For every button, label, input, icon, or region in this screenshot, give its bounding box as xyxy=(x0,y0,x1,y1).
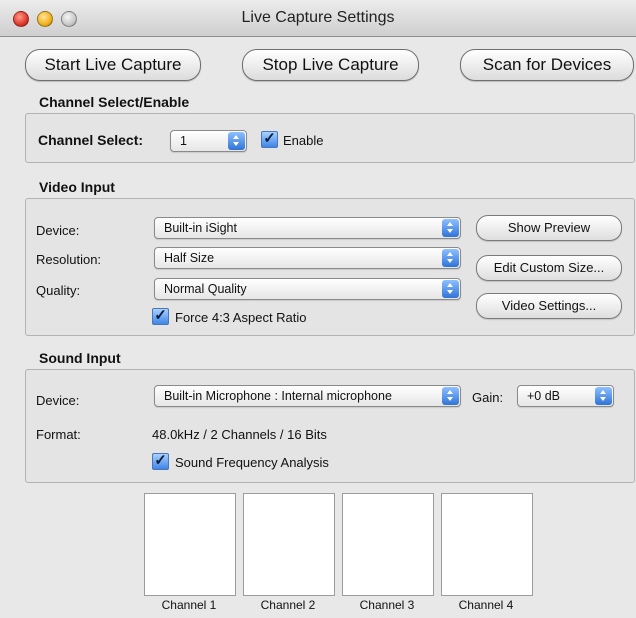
gain-popup[interactable]: +0 dB xyxy=(517,385,614,407)
channel-2-label: Channel 2 xyxy=(260,598,316,612)
video-section-title: Video Input xyxy=(39,179,115,195)
channel-section-box: Channel Select: 1 ✓ Enable xyxy=(25,113,635,163)
sound-device-value: Built-in Microphone : Internal microphon… xyxy=(164,389,392,403)
video-settings-button[interactable]: Video Settings... xyxy=(476,293,622,319)
channel-select-popup[interactable]: 1 xyxy=(170,130,247,152)
popup-arrows-icon xyxy=(442,219,459,237)
title-bar[interactable]: Live Capture Settings xyxy=(0,0,636,37)
gain-value: +0 dB xyxy=(527,389,561,403)
sound-section-title: Sound Input xyxy=(39,350,121,366)
start-live-capture-button[interactable]: Start Live Capture xyxy=(25,49,201,81)
resolution-popup[interactable]: Half Size xyxy=(154,247,461,269)
enable-label: Enable xyxy=(283,133,324,148)
channel-3-label: Channel 3 xyxy=(359,598,415,612)
sound-analysis-label: Sound Frequency Analysis xyxy=(175,455,329,470)
sound-device-popup[interactable]: Built-in Microphone : Internal microphon… xyxy=(154,385,461,407)
enable-checkbox[interactable]: ✓ xyxy=(261,131,278,148)
channel-select-label: Channel Select: xyxy=(38,132,144,148)
channel-1-preview xyxy=(144,493,236,596)
channel-1-label: Channel 1 xyxy=(161,598,217,612)
scan-for-devices-button[interactable]: Scan for Devices xyxy=(460,49,634,81)
force-aspect-checkbox[interactable]: ✓ xyxy=(152,308,169,325)
checkmark-icon: ✓ xyxy=(154,307,167,324)
format-value: 48.0kHz / 2 Channels / 16 Bits xyxy=(152,427,327,442)
sound-section-box: Device: Built-in Microphone : Internal m… xyxy=(25,369,635,483)
popup-arrows-icon xyxy=(442,249,459,267)
channel-section-title: Channel Select/Enable xyxy=(39,94,190,110)
quality-popup[interactable]: Normal Quality xyxy=(154,278,461,300)
stop-live-capture-button[interactable]: Stop Live Capture xyxy=(242,49,419,81)
checkmark-icon: ✓ xyxy=(263,130,276,147)
popup-arrows-icon xyxy=(442,280,459,298)
quality-label: Quality: xyxy=(36,283,81,298)
edit-custom-size-button[interactable]: Edit Custom Size... xyxy=(476,255,622,281)
window-title: Live Capture Settings xyxy=(241,9,395,26)
resolution-label: Resolution: xyxy=(36,252,102,267)
gain-label: Gain: xyxy=(472,390,504,405)
popup-arrows-icon xyxy=(228,132,245,150)
format-label: Format: xyxy=(36,427,81,442)
popup-arrows-icon xyxy=(595,387,612,405)
channel-2-preview xyxy=(243,493,335,596)
channel-select-value: 1 xyxy=(180,134,187,148)
channel-4-label: Channel 4 xyxy=(458,598,514,612)
channel-3-preview xyxy=(342,493,434,596)
video-device-value: Built-in iSight xyxy=(164,221,237,235)
video-device-label: Device: xyxy=(36,223,80,238)
show-preview-button[interactable]: Show Preview xyxy=(476,215,622,241)
sound-analysis-checkbox[interactable]: ✓ xyxy=(152,453,169,470)
video-section-box: Device: Built-in iSight Resolution: Half… xyxy=(25,198,635,336)
quality-value: Normal Quality xyxy=(164,282,247,296)
checkmark-icon: ✓ xyxy=(154,452,167,469)
live-capture-settings-window: Live Capture Settings Start Live Capture… xyxy=(0,0,636,618)
sound-device-label: Device: xyxy=(36,393,80,408)
channel-4-preview xyxy=(441,493,533,596)
popup-arrows-icon xyxy=(442,387,459,405)
resolution-value: Half Size xyxy=(164,251,215,265)
force-aspect-label: Force 4:3 Aspect Ratio xyxy=(175,310,307,325)
video-device-popup[interactable]: Built-in iSight xyxy=(154,217,461,239)
